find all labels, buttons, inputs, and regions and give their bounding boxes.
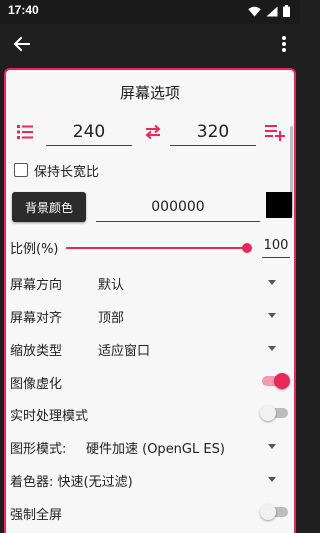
status-icons: [248, 5, 290, 17]
background-color-input[interactable]: [96, 192, 260, 222]
add-resolution-button[interactable]: [264, 122, 286, 142]
force-fullscreen-label: 强制全屏: [10, 508, 63, 523]
scale-row: 比例(%) 100: [6, 236, 294, 260]
background-color-button[interactable]: 背景颜色: [12, 192, 86, 222]
dropdown-arrow-icon: [268, 477, 276, 482]
resolution-row: [6, 118, 294, 148]
scale-slider-track[interactable]: [66, 247, 246, 249]
dropdown-arrow-icon: [268, 313, 276, 318]
playlist-add-icon: [265, 125, 285, 141]
keep-aspect-checkbox[interactable]: [14, 163, 28, 177]
dropdown-arrow-icon: [268, 280, 276, 285]
list-icon: [17, 125, 33, 139]
graphics-mode-label: 图形模式:: [10, 442, 67, 457]
arrow-back-icon: [13, 36, 30, 52]
signal-icon: [266, 6, 278, 16]
resolution-list-button[interactable]: [16, 123, 34, 141]
image-blur-switch[interactable]: [262, 373, 290, 389]
scale-label: 比例(%): [10, 242, 59, 257]
shader-label: 着色器: 快速(无过滤): [10, 475, 133, 490]
height-input[interactable]: [170, 118, 256, 146]
background-color-swatch[interactable]: [266, 192, 292, 218]
image-blur-row[interactable]: 图像虚化: [6, 369, 294, 395]
orientation-row[interactable]: 屏幕方向 默认: [6, 270, 294, 296]
alignment-row[interactable]: 屏幕对齐 顶部: [6, 303, 294, 329]
shader-row[interactable]: 着色器: 快速(无过滤): [6, 467, 294, 493]
graphics-mode-row[interactable]: 图形模式: 硬件加速 (OpenGL ES): [6, 434, 294, 460]
alignment-value: 顶部: [98, 311, 125, 326]
back-button[interactable]: [8, 30, 36, 58]
realtime-switch[interactable]: [260, 405, 288, 421]
swap-icon: [145, 124, 161, 140]
dropdown-arrow-icon: [268, 444, 276, 449]
background-color-row: 背景颜色: [12, 190, 294, 224]
panel-title: 屏幕选项: [119, 84, 180, 102]
force-fullscreen-row[interactable]: 强制全屏: [6, 500, 294, 526]
realtime-row[interactable]: 实时处理模式: [6, 401, 294, 427]
scale-type-label: 缩放类型: [10, 344, 63, 359]
scale-value-input[interactable]: 100: [262, 236, 290, 258]
realtime-label: 实时处理模式: [10, 409, 89, 424]
scale-slider-thumb[interactable]: [242, 243, 252, 253]
battery-icon: [283, 5, 290, 17]
image-blur-label: 图像虚化: [10, 377, 63, 392]
status-time: 17:40: [8, 3, 39, 17]
overflow-menu-button[interactable]: [274, 30, 294, 58]
screen-options-panel: 屏幕选项 保持长: [4, 68, 296, 533]
wifi-icon: [248, 6, 261, 16]
keep-aspect-row[interactable]: 保持长宽比: [14, 160, 99, 180]
more-vert-icon: [282, 36, 286, 52]
graphics-mode-value: 硬件加速 (OpenGL ES): [86, 442, 225, 457]
scale-type-value: 适应窗口: [98, 344, 151, 359]
alignment-label: 屏幕对齐: [10, 311, 63, 326]
toolbar: [0, 24, 300, 64]
dropdown-arrow-icon: [268, 346, 276, 351]
orientation-value: 默认: [98, 278, 125, 293]
orientation-label: 屏幕方向: [10, 278, 63, 293]
keep-aspect-label: 保持长宽比: [34, 164, 100, 180]
force-fullscreen-switch[interactable]: [260, 504, 288, 520]
status-bar: 17:40: [0, 0, 300, 24]
width-input[interactable]: [46, 118, 132, 146]
swap-dimensions-button[interactable]: [144, 124, 162, 140]
scale-type-row[interactable]: 缩放类型 适应窗口: [6, 336, 294, 362]
